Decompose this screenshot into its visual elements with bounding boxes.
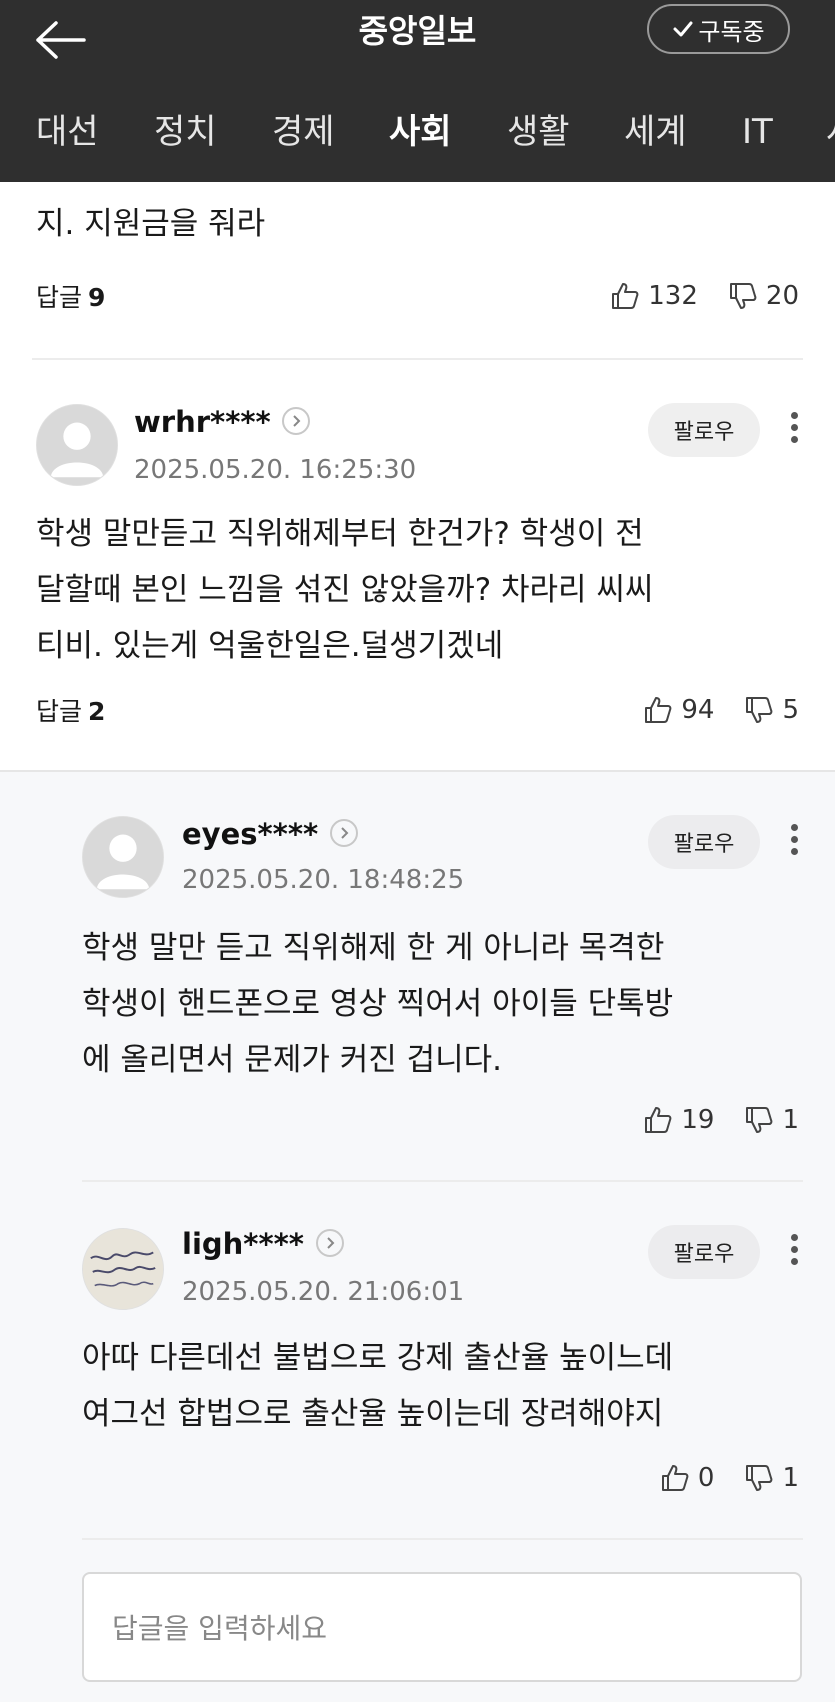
vote-group: 132 20 — [610, 281, 799, 311]
divider — [32, 358, 803, 360]
reply-line: 아따 다른데선 불법으로 강제 출산율 높이느데 — [82, 1340, 674, 1376]
reply-count: 9 — [88, 283, 106, 312]
tab-it[interactable]: IT — [742, 110, 773, 154]
vote-group: 0 1 — [660, 1463, 799, 1493]
tab-partial[interactable]: 사 — [826, 110, 835, 154]
dislike-count: 1 — [782, 1105, 799, 1135]
tab-life[interactable]: 생활 — [507, 110, 570, 154]
reply-line: 에 올리면서 문제가 커진 겁니다. — [82, 1042, 503, 1078]
previous-comment-text: 지. 지원금을 줘라 — [36, 206, 266, 242]
vote-group: 19 1 — [643, 1105, 799, 1135]
like-button[interactable]: 94 — [643, 695, 714, 725]
reply-timestamp: 2025.05.20. 21:06:01 — [182, 1277, 465, 1307]
like-button[interactable]: 0 — [660, 1463, 715, 1493]
reply-meta: 19 1 — [82, 1100, 799, 1140]
reply-meta: 0 1 — [82, 1458, 799, 1498]
avatar[interactable] — [82, 816, 164, 898]
reply-body: 아따 다른데선 불법으로 강제 출산율 높이느데 여그선 합법으로 출산율 높이… — [82, 1330, 802, 1442]
thumbs-down-icon — [729, 283, 757, 309]
reply-line: 여그선 합법으로 출산율 높이는데 장려해야지 — [82, 1396, 664, 1432]
thumbs-up-icon — [612, 283, 639, 309]
reply-count-link[interactable]: 답글 2 — [36, 692, 105, 728]
like-count: 0 — [697, 1463, 715, 1493]
dislike-count: 5 — [782, 695, 799, 725]
tab-world[interactable]: 세계 — [624, 110, 687, 154]
tab-society[interactable]: 사회 — [389, 110, 452, 154]
reply-line: 학생 말만 듣고 직위해제 한 게 아니라 목격한 — [82, 930, 665, 966]
thumbs-down-icon — [746, 697, 773, 723]
default-avatar-icon — [83, 817, 163, 897]
reply-line: 학생이 핸드폰으로 영상 찍어서 아이들 단톡방 — [82, 986, 674, 1022]
comment-line: 달할때 본인 느낌을 섞진 않았을까? 차라리 씨씨 — [36, 572, 654, 608]
divider — [0, 770, 835, 772]
like-count: 19 — [681, 1105, 715, 1135]
dislike-button[interactable]: 1 — [744, 1463, 799, 1493]
reply-body: 학생 말만 듣고 직위해제 한 게 아니라 목격한 학생이 핸드폰으로 영상 찍… — [82, 920, 802, 1088]
more-options-button[interactable] — [784, 1230, 804, 1270]
thumbs-up-icon — [645, 697, 672, 723]
chevron-right-icon — [293, 415, 301, 427]
avatar[interactable] — [36, 404, 118, 486]
category-nav: 대선 정치 경제 사회 생활 세계 IT 사 — [0, 82, 835, 182]
divider — [82, 1180, 803, 1182]
like-count: 94 — [681, 695, 715, 725]
app-header: 중앙일보 구독중 — [0, 0, 835, 82]
profile-chevron-button[interactable] — [330, 819, 358, 847]
dislike-count: 20 — [765, 281, 799, 311]
divider — [82, 1538, 803, 1540]
handwriting-photo-icon — [83, 1229, 163, 1309]
comment-timestamp: 2025.05.20. 16:25:30 — [134, 455, 417, 485]
reply-input[interactable]: 답글을 입력하세요 — [82, 1572, 802, 1682]
chevron-right-icon — [341, 827, 349, 839]
user-photo-avatar[interactable] — [82, 1228, 164, 1310]
reply-count: 2 — [88, 697, 106, 726]
reply-timestamp: 2025.05.20. 18:48:25 — [182, 865, 465, 895]
more-options-button[interactable] — [784, 408, 804, 448]
reply-username[interactable]: ligh**** — [182, 1226, 304, 1262]
dislike-button[interactable]: 20 — [728, 281, 799, 311]
follow-button[interactable]: 팔로우 — [648, 403, 760, 457]
vote-group: 94 5 — [643, 695, 799, 725]
comment-line: 티비. 있는게 억울한일은.덜생기겠네 — [36, 628, 504, 664]
more-options-button[interactable] — [784, 820, 804, 860]
thumbs-down-icon — [746, 1107, 773, 1133]
like-count: 132 — [648, 281, 698, 311]
thumbs-down-icon — [746, 1465, 773, 1491]
reply-username[interactable]: eyes**** — [182, 816, 318, 852]
check-icon — [673, 21, 693, 37]
subscribe-label: 구독중 — [698, 17, 765, 46]
reply-input-placeholder: 답글을 입력하세요 — [112, 1612, 327, 1645]
tab-election[interactable]: 대선 — [36, 110, 99, 154]
comment-username[interactable]: wrhr**** — [134, 404, 271, 440]
comment-line: 학생 말만듣고 직위해제부터 한건가? 학생이 전 — [36, 516, 644, 552]
tab-politics[interactable]: 정치 — [154, 110, 217, 154]
comment-body: 학생 말만듣고 직위해제부터 한건가? 학생이 전 달할때 본인 느낌을 섞진 … — [36, 506, 796, 674]
previous-comment-meta: 답글 9 132 20 — [36, 276, 799, 316]
reply-label: 답글 — [36, 283, 83, 312]
like-button[interactable]: 19 — [643, 1105, 714, 1135]
subscribe-button[interactable]: 구독중 — [647, 4, 790, 54]
like-button[interactable]: 132 — [610, 281, 698, 311]
chevron-right-icon — [327, 1237, 335, 1249]
dislike-button[interactable]: 5 — [744, 695, 799, 725]
dislike-count: 1 — [782, 1463, 799, 1493]
reply-label: 답글 — [36, 697, 83, 726]
follow-button[interactable]: 팔로우 — [648, 1225, 760, 1279]
default-avatar-icon — [37, 405, 117, 485]
dislike-button[interactable]: 1 — [744, 1105, 799, 1135]
profile-chevron-button[interactable] — [282, 407, 310, 435]
tab-economy[interactable]: 경제 — [272, 110, 335, 154]
thumbs-up-icon — [661, 1465, 689, 1491]
reply-count-link[interactable]: 답글 9 — [36, 278, 105, 314]
follow-button[interactable]: 팔로우 — [648, 815, 760, 869]
thumbs-up-icon — [645, 1107, 672, 1133]
profile-chevron-button[interactable] — [316, 1229, 344, 1257]
comment-meta: 답글 2 94 5 — [36, 690, 799, 730]
